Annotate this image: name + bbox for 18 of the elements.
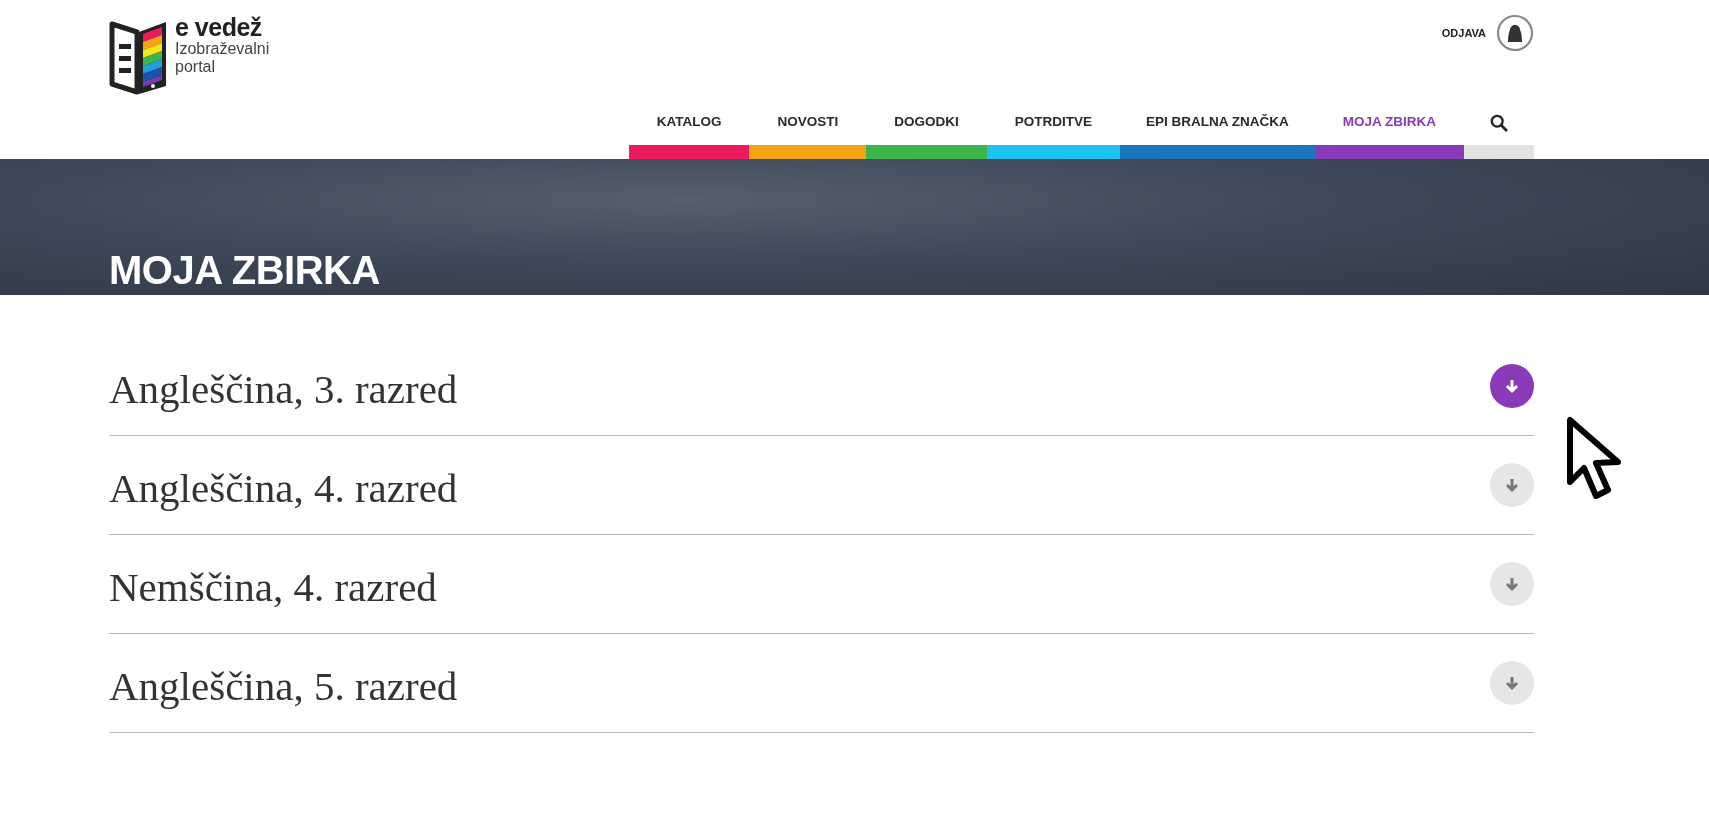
collection-title[interactable]: Nemščina, 4. razred — [109, 557, 437, 611]
down-arrow-icon — [1504, 378, 1520, 394]
logo-subtitle: Izobraževalni portal — [175, 40, 271, 76]
download-button[interactable] — [1490, 562, 1534, 606]
download-button[interactable] — [1490, 364, 1534, 408]
user-avatar-icon[interactable] — [1496, 14, 1534, 52]
logo-title: e vedež — [175, 14, 263, 40]
page-title: MOJA ZBIRKA — [109, 247, 380, 293]
search-icon — [1490, 114, 1508, 132]
download-button[interactable] — [1490, 661, 1534, 705]
logout-link[interactable]: ODJAVA — [1441, 27, 1486, 39]
download-button[interactable] — [1490, 463, 1534, 507]
collection-title[interactable]: Angleščina, 5. razred — [109, 656, 458, 710]
down-arrow-icon — [1504, 576, 1520, 592]
down-arrow-icon — [1504, 477, 1520, 493]
down-arrow-icon — [1504, 675, 1520, 691]
collection-title[interactable]: Angleščina, 3. razred — [109, 359, 458, 413]
collection-title[interactable]: Angleščina, 4. razred — [109, 458, 458, 512]
